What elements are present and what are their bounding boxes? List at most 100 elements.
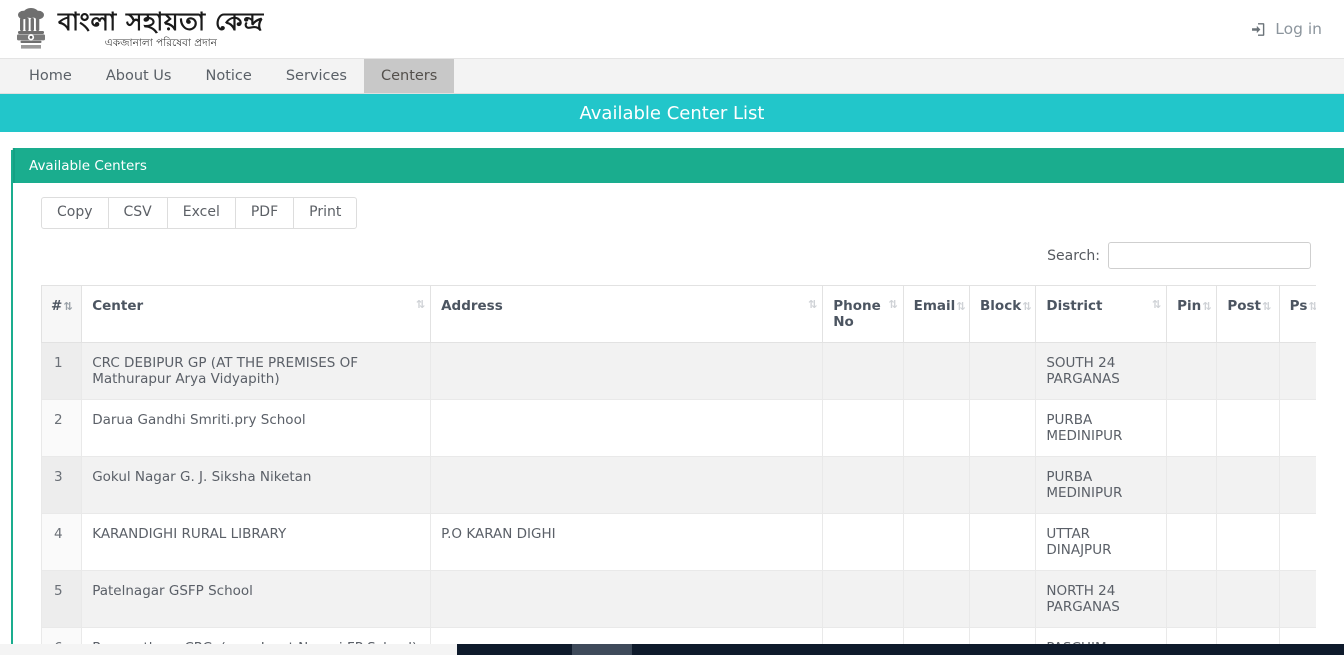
sort-icon-district[interactable]: ⇅ (1152, 299, 1161, 310)
cell-district: NORTH 24 PARGANAS (1035, 570, 1168, 629)
table-body: 1 CRC DEBIPUR GP (AT THE PREMISES OF Mat… (41, 342, 1316, 655)
nav-item-home[interactable]: Home (12, 59, 89, 93)
cell-post (1216, 570, 1280, 629)
nav-item-notice[interactable]: Notice (188, 59, 268, 93)
cell-post (1216, 342, 1280, 401)
column-label-ps: Ps (1289, 298, 1308, 315)
cell-block (968, 570, 1037, 629)
cell-post (1216, 399, 1280, 458)
cell-pin (1166, 570, 1218, 629)
column-header-pin[interactable]: Pin⇅ (1166, 285, 1218, 344)
national-emblem-icon (17, 8, 45, 49)
sort-icon-block[interactable]: ⇅ (1022, 300, 1031, 313)
sort-icon-post[interactable]: ⇅ (1262, 300, 1271, 313)
pdf-button[interactable]: PDF (234, 197, 295, 230)
centers-table: #⇅ Center ⇅ Address ⇅ Phone No ⇅ Email⇅ … (41, 285, 1316, 655)
page-scrollbar-secondary-thumb[interactable] (572, 644, 632, 655)
cell-phone-no (822, 513, 904, 572)
panel-heading-label: Available Centers (29, 157, 147, 174)
table-row[interactable]: 1 CRC DEBIPUR GP (AT THE PREMISES OF Mat… (41, 342, 1316, 401)
cell-index: 5 (41, 570, 83, 629)
cell-district: PURBA MEDINIPUR (1035, 399, 1168, 458)
sort-icon-email[interactable]: ⇅ (956, 300, 965, 313)
cell-phone-no (822, 570, 904, 629)
cell-email (902, 342, 971, 401)
table-row[interactable]: 4 KARANDIGHI RURAL LIBRARY P.O KARAN DIG… (41, 513, 1316, 572)
column-label-post: Post (1227, 298, 1261, 315)
main-nav: Home About Us Notice Services Centers (0, 58, 1344, 94)
cell-pin (1166, 342, 1218, 401)
sort-icon-phone-no[interactable]: ⇅ (888, 299, 897, 310)
cell-index: 4 (41, 513, 83, 572)
sort-icon-ps[interactable]: ⇅ (1308, 300, 1316, 313)
cell-email (902, 399, 971, 458)
sort-icon-address[interactable]: ⇅ (808, 299, 817, 310)
cell-email (902, 456, 971, 515)
cell-block (968, 342, 1037, 401)
column-header-address[interactable]: Address ⇅ (430, 285, 824, 344)
column-label-address: Address (441, 298, 503, 315)
search-filter: Search: (41, 242, 1316, 270)
cell-ps (1278, 399, 1316, 458)
table-head: #⇅ Center ⇅ Address ⇅ Phone No ⇅ Email⇅ … (41, 285, 1316, 344)
column-header-center[interactable]: Center ⇅ (81, 285, 432, 344)
nav-item-services[interactable]: Services (269, 59, 364, 93)
panel-left-rail (11, 150, 13, 644)
brand-subtitle: একজানালা পরিষেবা প্রদান (104, 37, 217, 50)
export-button-group: Copy CSV Excel PDF Print (41, 197, 1316, 230)
nav-item-centers[interactable]: Centers (363, 59, 455, 93)
cell-address (430, 570, 824, 629)
sort-icon-pin[interactable]: ⇅ (1202, 300, 1211, 313)
cell-ps (1278, 342, 1316, 401)
search-input[interactable] (1108, 242, 1311, 270)
page-title: Available Center List (579, 102, 765, 124)
csv-button[interactable]: CSV (107, 197, 168, 230)
column-label-district: District (1046, 298, 1103, 315)
table-row[interactable]: 3 Gokul Nagar G. J. Siksha Niketan PURBA… (41, 456, 1316, 515)
cell-block (968, 399, 1037, 458)
excel-button[interactable]: Excel (166, 197, 236, 230)
cell-pin (1166, 399, 1218, 458)
page-scrollbar-thumb[interactable] (0, 644, 457, 655)
cell-post (1216, 456, 1280, 515)
cell-district: UTTAR DINAJPUR (1035, 513, 1168, 572)
site-header: বাংলা সহায়তা কেন্দ্র একজানালা পরিষেবা প… (0, 0, 1344, 58)
cell-phone-no (822, 456, 904, 515)
table-scroll-container[interactable]: #⇅ Center ⇅ Address ⇅ Phone No ⇅ Email⇅ … (41, 285, 1316, 655)
cell-center: Patelnagar GSFP School (81, 570, 432, 629)
copy-button[interactable]: Copy (41, 197, 109, 230)
table-row[interactable]: 2 Darua Gandhi Smriti.pry School PURBA M… (41, 399, 1316, 458)
login-button[interactable]: Log in (1251, 20, 1322, 38)
cell-address: P.O KARAN DIGHI (430, 513, 824, 572)
cell-phone-no (822, 342, 904, 401)
cell-index: 3 (41, 456, 83, 515)
column-header-index[interactable]: #⇅ (41, 285, 83, 344)
column-header-district[interactable]: District ⇅ (1035, 285, 1168, 344)
column-header-ps[interactable]: Ps⇅ (1278, 285, 1316, 344)
table-row[interactable]: 5 Patelnagar GSFP School NORTH 24 PARGAN… (41, 570, 1316, 629)
print-button[interactable]: Print (293, 197, 358, 230)
cell-center: CRC DEBIPUR GP (AT THE PREMISES OF Mathu… (81, 342, 432, 401)
cell-post (1216, 513, 1280, 572)
cell-district: PURBA MEDINIPUR (1035, 456, 1168, 515)
cell-email (902, 570, 971, 629)
cell-phone-no (822, 399, 904, 458)
brand-logo[interactable]: বাংলা সহায়তা কেন্দ্র একজানালা পরিষেবা প… (14, 6, 264, 52)
cell-center: KARANDIGHI RURAL LIBRARY (81, 513, 432, 572)
page-title-banner: Available Center List (0, 94, 1344, 132)
cell-pin (1166, 513, 1218, 572)
sort-icon-center[interactable]: ⇅ (416, 299, 425, 310)
sort-icon-index[interactable]: ⇅ (63, 300, 72, 313)
nav-item-about-us[interactable]: About Us (89, 59, 189, 93)
column-header-post[interactable]: Post⇅ (1216, 285, 1280, 344)
column-label-center: Center (92, 298, 144, 315)
column-header-email[interactable]: Email⇅ (902, 285, 971, 344)
panel-body: Copy CSV Excel PDF Print Search: #⇅ Cent… (13, 183, 1344, 655)
column-header-phone-no[interactable]: Phone No ⇅ (822, 285, 904, 344)
page-content: Available Centers Copy CSV Excel PDF Pri… (0, 132, 1344, 655)
column-label-email: Email (913, 298, 956, 315)
cell-district: SOUTH 24 PARGANAS (1035, 342, 1168, 401)
column-header-block[interactable]: Block⇅ (968, 285, 1037, 344)
page-horizontal-scrollbar[interactable] (0, 644, 1344, 655)
column-label-index: # (51, 298, 63, 315)
